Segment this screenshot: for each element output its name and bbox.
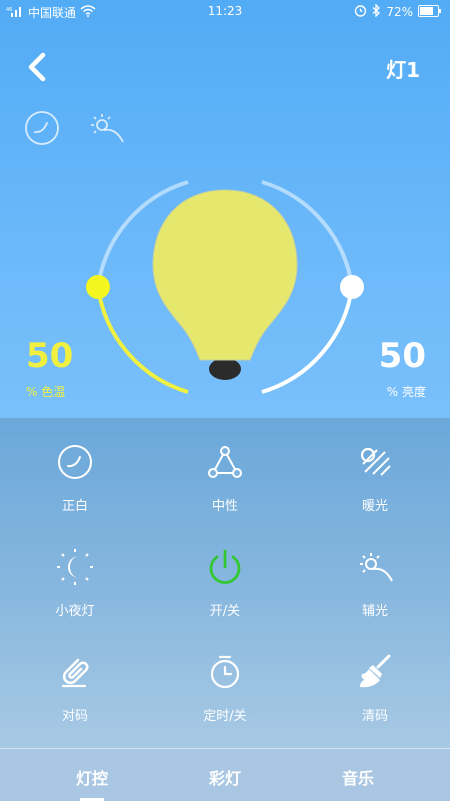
tab-music-label: 音乐 [341, 769, 374, 788]
aux-mode-icon[interactable] [86, 108, 126, 148]
moon-mode-icon[interactable] [22, 108, 62, 148]
tab-color-light[interactable]: 彩灯 [175, 765, 275, 789]
page-title: 灯1 [386, 58, 420, 82]
clear-label: 清码 [361, 709, 388, 724]
tab-light-control-label: 灯控 [75, 769, 108, 788]
timer-label: 定时/关 [203, 709, 247, 724]
brightness-label: % 亮度 [386, 385, 426, 399]
triangle-nodes-icon [205, 442, 245, 482]
mode-aux-label: 辅光 [361, 604, 388, 619]
mode-neutral-label: 中性 [211, 499, 238, 514]
status-right: 72% [354, 3, 442, 20]
color-temp-value: 50 [26, 336, 74, 376]
timer-button[interactable]: 定时/关 [150, 628, 300, 733]
tab-light-control[interactable]: 灯控 [42, 765, 142, 789]
bluetooth-icon [372, 3, 381, 20]
control-panel: 正白 中性 暖光 小夜灯 开/关 辅光 对码 定时/关 清码 [0, 418, 450, 748]
moon-circle-icon [55, 442, 95, 482]
battery-icon [418, 4, 442, 20]
mode-night-label: 小夜灯 [55, 604, 95, 619]
power-label: 开/关 [209, 604, 241, 619]
aux-light-icon [355, 547, 395, 587]
mode-white-button[interactable]: 正白 [0, 418, 150, 523]
alarm-icon [354, 4, 367, 20]
bulb-icon [152, 189, 298, 380]
battery-percent: 72% [386, 5, 413, 19]
timer-icon [205, 652, 245, 692]
brightness-knob[interactable] [340, 275, 364, 299]
color-temp-label: % 色温 [26, 385, 66, 399]
clear-button[interactable]: 清码 [300, 628, 450, 733]
night-light-icon [55, 547, 95, 587]
tab-color-light-label: 彩灯 [208, 769, 241, 788]
back-button[interactable] [22, 50, 54, 84]
pair-button[interactable]: 对码 [0, 628, 150, 733]
brightness-value: 50 [378, 336, 426, 376]
mode-night-button[interactable]: 小夜灯 [0, 523, 150, 628]
mode-warm-label: 暖光 [361, 499, 388, 514]
tab-music[interactable]: 音乐 [308, 765, 408, 789]
clear-icon [355, 652, 395, 692]
pair-icon [55, 652, 95, 692]
bottom-tab-bar: 灯控 彩灯 音乐 [0, 748, 450, 801]
power-button[interactable]: 开/关 [150, 523, 300, 628]
status-bar: 46 中国联通 11:23 72% [0, 0, 450, 24]
power-icon [205, 547, 245, 587]
color-temp-knob[interactable] [86, 275, 110, 299]
mode-warm-button[interactable]: 暖光 [300, 418, 450, 523]
pair-label: 对码 [61, 709, 88, 724]
chevron-left-icon [28, 52, 46, 82]
mode-white-label: 正白 [61, 499, 88, 514]
warm-light-icon [355, 442, 395, 482]
mode-aux-button[interactable]: 辅光 [300, 523, 450, 628]
mode-neutral-button[interactable]: 中性 [150, 418, 300, 523]
